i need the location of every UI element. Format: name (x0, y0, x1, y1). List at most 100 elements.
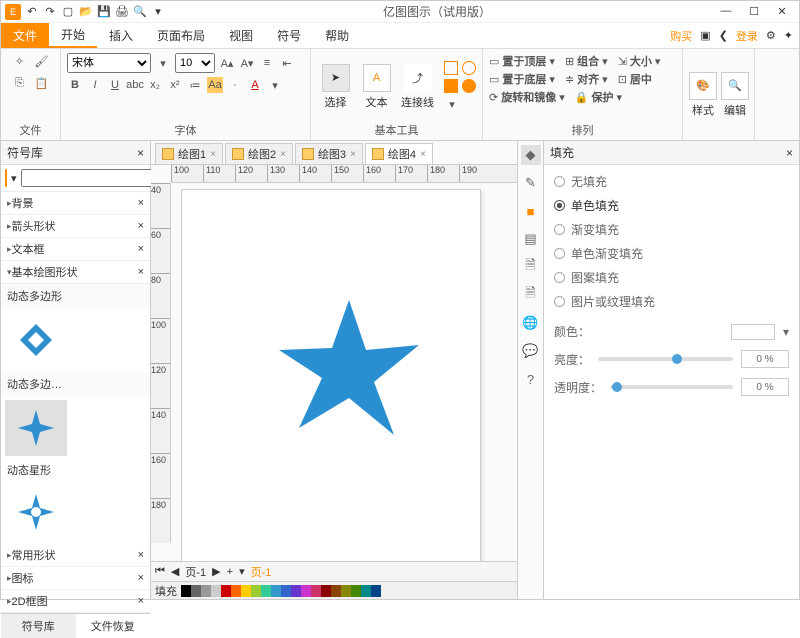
menu-help[interactable]: 帮助 (313, 23, 361, 48)
share-icon[interactable]: ❮ (719, 29, 728, 42)
fill-none[interactable]: 无填充 (554, 173, 789, 190)
color-dropdown-icon[interactable]: ▾ (783, 325, 789, 339)
menu-page-layout[interactable]: 页面布局 (145, 23, 217, 48)
menu-start[interactable]: 开始 (49, 23, 97, 48)
cat-basic-shapes[interactable]: ▾基本绘图形状× (1, 261, 150, 284)
cat-2dframe[interactable]: ▸2D框图× (1, 590, 150, 613)
ellipse-fill-icon[interactable] (462, 79, 476, 93)
align-button[interactable]: ≑ 对齐 ▾ (565, 71, 608, 87)
highlight-icon[interactable]: Aa (207, 77, 223, 93)
format-painter-icon[interactable]: ✧ (12, 53, 28, 69)
shape-diamond[interactable] (5, 312, 67, 368)
page-menu-icon[interactable]: ▾ (239, 565, 245, 578)
canvas-page[interactable] (181, 189, 481, 561)
cat-common[interactable]: ▸常用形状× (1, 544, 150, 567)
line-height-icon[interactable]: ≡ (259, 55, 275, 71)
subscript-icon[interactable]: x₂ (147, 77, 163, 93)
strike-icon[interactable]: abc (127, 77, 143, 93)
bold-icon[interactable]: B (67, 77, 83, 93)
center-button[interactable]: ⊡ 居中 (618, 71, 652, 87)
page-label-right[interactable]: 页-1 (251, 564, 272, 580)
font-family-select[interactable]: 宋体 (67, 53, 151, 73)
doc-tab-3[interactable]: 绘图3× (295, 143, 363, 164)
superscript-icon[interactable]: x² (167, 77, 183, 93)
cat-textbox[interactable]: ▸文本框× (1, 238, 150, 261)
tab-file-recovery[interactable]: 文件恢复 (76, 614, 151, 638)
shape-dynamic-star[interactable] (5, 400, 67, 456)
close-button[interactable]: ✕ (773, 5, 791, 18)
fill-image[interactable]: 图片或纹理填充 (554, 293, 789, 310)
page-add-icon[interactable]: + (227, 566, 233, 578)
increase-size-icon[interactable]: A▴ (219, 55, 235, 71)
gear-icon[interactable]: ⚙ (766, 29, 776, 42)
bullets-icon[interactable]: ≔ (187, 77, 203, 93)
doc-tool-icon[interactable]: 🗎 (521, 285, 541, 305)
fullscreen-icon[interactable]: ▣ (700, 29, 710, 42)
copy-icon[interactable]: ⎘ (12, 75, 28, 91)
style-button[interactable]: 🎨 样式 (689, 72, 717, 118)
layer-tool-icon[interactable]: 🗎 (521, 257, 541, 277)
star-shape[interactable] (274, 290, 424, 440)
print-icon[interactable]: 🖨 (115, 5, 129, 19)
rotate-button[interactable]: ⟳ 旋转和镜像 ▾ (489, 89, 565, 105)
shape-more-icon[interactable]: ▾ (444, 97, 460, 113)
comment-tool-icon[interactable]: 💬 (521, 341, 541, 361)
cat-arrow[interactable]: ▸箭头形状× (1, 215, 150, 238)
indent-icon[interactable]: ⇤ (279, 55, 295, 71)
help-tool-icon[interactable]: ? (521, 369, 541, 389)
fill-gradient[interactable]: 渐变填充 (554, 221, 789, 238)
shape-palette[interactable]: ▾ (444, 61, 476, 113)
shadow-tool-icon[interactable]: ■ (521, 201, 541, 221)
select-tool[interactable]: ➤ 选择 (317, 64, 354, 110)
fill-solid[interactable]: 单色填充 (554, 197, 789, 214)
zoom-down-icon[interactable]: 🔍 (133, 5, 147, 19)
paste-icon[interactable]: 📋 (34, 75, 50, 91)
opacity-slider[interactable] (610, 385, 733, 389)
tab-symbol-lib[interactable]: 符号库 (1, 614, 76, 638)
fill-tool-icon[interactable]: ◆ (521, 145, 541, 165)
page-prev-icon[interactable]: ◀ (171, 565, 179, 578)
fill-panel-close-icon[interactable]: × (786, 146, 793, 160)
size-button[interactable]: ⇲ 大小 ▾ (618, 53, 661, 69)
doc-tab-2[interactable]: 绘图2× (225, 143, 293, 164)
paintbrush-icon[interactable]: 🖌 (34, 53, 50, 69)
text-tool-icon[interactable]: ▤ (521, 229, 541, 249)
close-tab-icon[interactable]: × (210, 149, 216, 160)
doc-tab-4[interactable]: 绘图4× (365, 143, 433, 164)
font-dropdown-icon[interactable]: ▾ (155, 55, 171, 71)
rect-fill-icon[interactable] (444, 79, 458, 93)
login-link[interactable]: 登录 (736, 28, 758, 44)
cat-background[interactable]: ▸背景× (1, 192, 150, 215)
undo-icon[interactable]: ↶ (25, 5, 39, 19)
connector-tool[interactable]: ⤴ 连接线 (399, 64, 436, 110)
maximize-button[interactable]: ☐ (745, 5, 763, 18)
save-icon[interactable]: 💾 (97, 5, 111, 19)
minimize-button[interactable]: — (717, 5, 735, 18)
qat-more-icon[interactable]: ▾ (151, 5, 165, 19)
protect-button[interactable]: 🔒 保护 ▾ (575, 89, 622, 105)
doc-tab-1[interactable]: 绘图1× (155, 143, 223, 164)
more-font-icon[interactable]: ▾ (267, 77, 283, 93)
page-first-icon[interactable]: ⏮ (155, 565, 165, 578)
page-next-icon[interactable]: ▶ (212, 565, 220, 578)
decrease-size-icon[interactable]: A▾ (239, 55, 255, 71)
shape-star-ring[interactable] (5, 484, 67, 540)
fill-pattern[interactable]: 图案填充 (554, 269, 789, 286)
new-doc-icon[interactable]: ▢ (61, 5, 75, 19)
brightness-value[interactable]: 0 % (741, 350, 789, 368)
buy-link[interactable]: 购买 (670, 28, 692, 44)
underline-icon[interactable]: U (107, 77, 123, 93)
globe-tool-icon[interactable]: 🌐 (521, 313, 541, 333)
close-tab-icon[interactable]: × (280, 149, 286, 160)
bring-front-button[interactable]: ▭ 置于顶层 ▾ (489, 53, 555, 69)
clear-format-icon[interactable]: · (227, 77, 243, 93)
menu-view[interactable]: 视图 (217, 23, 265, 48)
color-chip[interactable] (731, 324, 775, 340)
close-tab-icon[interactable]: × (420, 149, 426, 160)
panel-close-icon[interactable]: × (137, 146, 144, 160)
redo-icon[interactable]: ↷ (43, 5, 57, 19)
menu-symbol[interactable]: 符号 (265, 23, 313, 48)
menu-file[interactable]: 文件 (1, 23, 49, 48)
italic-icon[interactable]: I (87, 77, 103, 93)
font-size-select[interactable]: 10 (175, 53, 215, 73)
